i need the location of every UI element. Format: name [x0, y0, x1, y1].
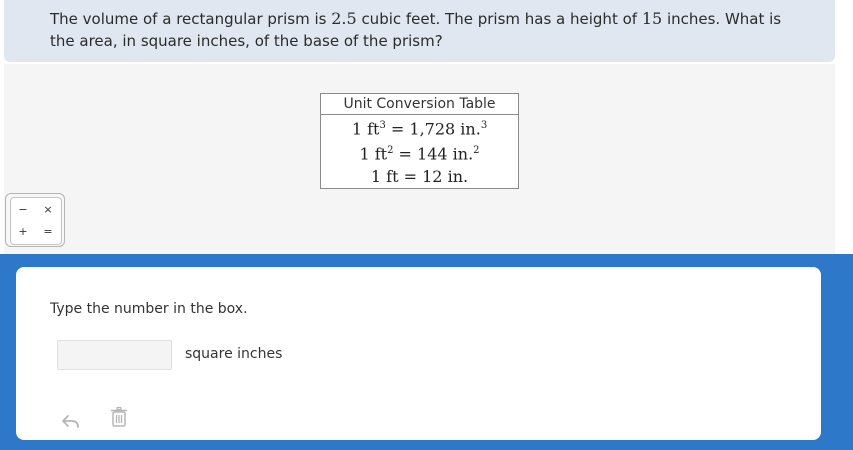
item-frame: The volume of a rectangular prism is 2.5…	[0, 0, 853, 450]
calculator-icon: − × + =	[10, 197, 62, 245]
calculator-equals-key: =	[43, 225, 53, 238]
conversion-table-title: Unit Conversion Table	[321, 94, 518, 115]
conversion-lhs-exponent: 2	[387, 145, 394, 157]
question-text: The volume of a rectangular prism is 2.5…	[50, 8, 810, 52]
question-part-1: The volume of a rectangular prism is	[50, 10, 332, 28]
instruction-text: Type the number in the box.	[50, 301, 248, 317]
conversion-rhs-exponent: 3	[480, 120, 488, 131]
conversion-rhs-exponent: 2	[473, 145, 480, 157]
volume-value: 2.5	[331, 9, 357, 28]
answer-section: Type the number in the box. square inche…	[0, 254, 853, 450]
equals-sign: =	[390, 119, 410, 139]
unit-conversion-table: Unit Conversion Table 1 ft3 = 1,728 in.3…	[320, 93, 519, 189]
conversion-lhs-exponent: 3	[379, 120, 386, 131]
conversion-rhs: 144 in.	[417, 144, 474, 164]
question-card: The volume of a rectangular prism is 2.5…	[4, 0, 835, 62]
conversion-rhs: 12 in.	[422, 166, 469, 186]
conversion-lhs: 1 ft	[351, 119, 380, 139]
calculator-plus-key: +	[18, 225, 28, 238]
conversion-row: 1 ft = 12 in.	[321, 166, 518, 188]
conversion-row: 1 ft3 = 1,728 in.3	[321, 115, 518, 140]
equals-sign: =	[403, 166, 423, 186]
conversion-lhs: 1 ft	[359, 144, 388, 164]
calculator-minus-key: −	[18, 203, 28, 216]
height-value: 15	[641, 9, 663, 28]
answer-card: Type the number in the box. square inche…	[16, 267, 821, 440]
conversion-row: 1 ft2 = 144 in.2	[321, 140, 518, 165]
undo-arrow-icon[interactable]	[61, 413, 81, 429]
question-part-2: cubic feet. The prism has a height of	[356, 10, 642, 28]
conversion-rhs: 1,728 in.	[409, 119, 481, 139]
equals-sign: =	[398, 144, 418, 164]
conversion-lhs: 1 ft	[370, 166, 399, 186]
answer-input[interactable]	[57, 340, 172, 370]
calculator-button[interactable]: − × + =	[5, 193, 65, 247]
calculator-times-key: ×	[43, 203, 53, 216]
trash-icon[interactable]	[110, 406, 128, 428]
unit-label: square inches	[185, 346, 283, 362]
